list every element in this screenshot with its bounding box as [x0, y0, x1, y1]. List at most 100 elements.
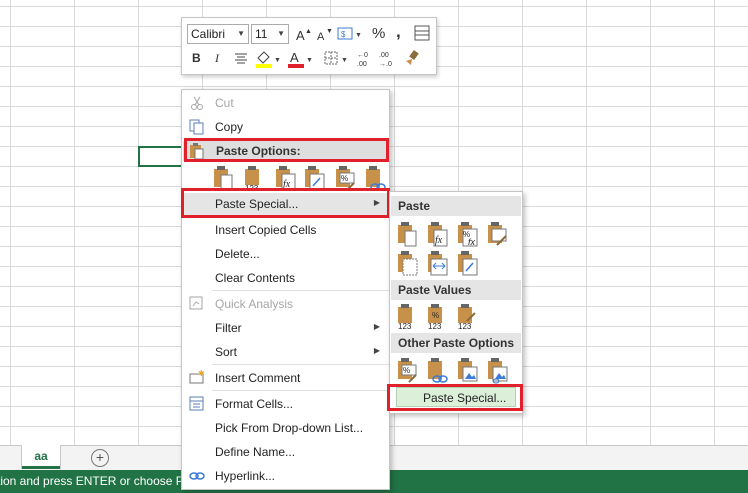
paste-values-source-format-icon[interactable]: 123 [457, 304, 479, 330]
font-name-value: Calibri [191, 27, 226, 41]
italic-button[interactable]: I [215, 51, 219, 66]
hyperlink-icon [189, 472, 205, 480]
font-color-icon[interactable]: A ▼ [286, 48, 314, 70]
highlight-submenu-paste-special [387, 384, 523, 411]
paste-transpose-icon[interactable] [457, 251, 479, 277]
menu-item-label: Delete... [215, 247, 260, 261]
menu-item-label: Copy [215, 120, 244, 134]
font-size-value: 11 [255, 27, 268, 41]
menu-item-define-name[interactable]: Define Name... [182, 441, 389, 463]
chevron-down-icon: ▼ [277, 29, 285, 38]
comma-style-icon[interactable]: , [396, 22, 401, 42]
menu-item-filter[interactable]: Filter ▶ [182, 317, 389, 339]
svg-text:123: 123 [458, 322, 472, 330]
svg-text:▼: ▼ [355, 32, 362, 39]
paste-linked-picture-icon[interactable] [487, 358, 509, 384]
sheet-tab-aa[interactable]: aa [22, 445, 60, 469]
menu-item-sort[interactable]: Sort ▶ [182, 341, 389, 363]
menu-item-label: Define Name... [215, 445, 296, 459]
menu-item-insert-copied-cells[interactable]: Insert Copied Cells [182, 219, 389, 241]
svg-text:%: % [403, 366, 410, 375]
menu-item-copy[interactable]: Copy [182, 116, 389, 138]
svg-text:fx: fx [435, 235, 443, 246]
decrease-font-icon[interactable]: A ▼ [316, 26, 332, 42]
svg-text:←0: ←0 [357, 52, 368, 59]
fill-color-icon[interactable]: ▼ [254, 48, 282, 70]
paste-values-number-format-icon[interactable]: % 123 [427, 304, 449, 330]
svg-text:$: $ [341, 30, 346, 39]
svg-text:A: A [296, 28, 305, 42]
quick-analysis-icon [189, 296, 203, 310]
paste-no-borders-icon[interactable] [397, 251, 419, 277]
menu-item-label: Quick Analysis [215, 297, 294, 311]
submenu-paste-header: Paste [391, 196, 521, 216]
paste-values-icon[interactable]: 123 [397, 304, 419, 330]
paste-picture-icon[interactable] [457, 358, 479, 384]
paste-formatting-icon[interactable]: % [397, 358, 419, 384]
menu-item-cut[interactable]: Cut [182, 92, 389, 114]
highlight-paste-options [184, 138, 389, 162]
svg-text:▼: ▼ [341, 57, 348, 64]
submenu-header-label: Other Paste Options [398, 336, 515, 350]
decrease-decimal-icon[interactable]: .00→.0 [378, 49, 396, 69]
svg-text:A: A [317, 31, 325, 42]
svg-text:▲: ▲ [305, 28, 311, 35]
svg-text:%: % [432, 311, 439, 320]
submenu-header-label: Paste [398, 199, 431, 213]
svg-text:A: A [290, 50, 299, 65]
center-align-icon[interactable] [234, 52, 248, 66]
menu-item-insert-comment[interactable]: ✱ Insert Comment [182, 367, 389, 389]
font-name-select[interactable]: Calibri ▼ [187, 24, 249, 44]
mini-toolbar: Calibri ▼ 11 ▼ A ▲ A ▼ $ ▼ % , B I ▼ A ▼ ▼ … [181, 17, 437, 75]
menu-item-label: Pick From Drop-down List... [215, 421, 364, 435]
paste-icon[interactable] [397, 222, 419, 248]
copy-icon [189, 119, 204, 135]
svg-text:123: 123 [428, 322, 442, 330]
format-cells-icon [189, 396, 204, 411]
add-sheet-icon[interactable]: + [91, 449, 109, 467]
svg-text:.00: .00 [357, 61, 367, 68]
font-size-select[interactable]: 11 ▼ [251, 24, 289, 44]
separator [212, 364, 389, 365]
menu-item-label: Format Cells... [215, 397, 294, 411]
submenu-header-label: Paste Values [398, 283, 472, 297]
svg-text:✱: ✱ [198, 370, 205, 378]
menu-item-label: Sort [215, 345, 238, 359]
format-painter-table-icon[interactable] [414, 25, 430, 41]
chevron-right-icon: ▶ [373, 322, 380, 331]
scissors-icon [191, 96, 203, 110]
submenu-paste-values-header: Paste Values [391, 280, 521, 300]
percent-style-icon[interactable]: % [372, 25, 385, 42]
bold-button[interactable]: B [192, 51, 201, 65]
number-format-icon[interactable]: $ ▼ [337, 25, 363, 43]
paste-link-icon[interactable] [427, 358, 449, 384]
selected-cell[interactable] [138, 146, 185, 167]
borders-icon[interactable]: ▼ [324, 51, 352, 67]
menu-item-delete[interactable]: Delete... [182, 243, 389, 265]
menu-item-label: Clear Contents [215, 271, 296, 285]
menu-item-pick-from-list[interactable]: Pick From Drop-down List... [182, 417, 389, 439]
increase-font-icon[interactable]: A ▲ [295, 26, 311, 42]
svg-text:123: 123 [398, 322, 412, 330]
menu-item-format-cells[interactable]: Format Cells... [182, 393, 389, 415]
separator [212, 390, 389, 391]
svg-text:%: % [341, 174, 348, 183]
paste-keep-widths-icon[interactable] [427, 251, 449, 277]
paste-keep-source-icon[interactable] [487, 222, 509, 248]
paste-special-submenu: Paste fx % fx Paste Values 123 % 123 123 O… [389, 191, 523, 414]
menu-item-hyperlink[interactable]: Hyperlink... [182, 465, 389, 487]
increase-decimal-icon[interactable]: ←0.00 [356, 49, 374, 69]
menu-item-quick-analysis[interactable]: Quick Analysis [182, 293, 389, 315]
paste-formulas-icon[interactable]: fx [427, 222, 449, 248]
menu-item-label: Insert Comment [215, 371, 301, 385]
menu-item-label: Hyperlink... [215, 469, 276, 483]
svg-text:.00: .00 [379, 52, 389, 59]
menu-item-clear-contents[interactable]: Clear Contents [182, 267, 389, 289]
status-text: tion and press ENTER or choose Pas [0, 474, 197, 488]
svg-text:→.0: →.0 [379, 61, 392, 68]
chevron-down-icon: ▼ [237, 29, 245, 38]
svg-text:fx: fx [468, 237, 476, 247]
menu-item-label: Cut [215, 96, 234, 110]
paintbrush-icon[interactable] [402, 49, 420, 69]
paste-formulas-number-format-icon[interactable]: %fx [457, 222, 479, 248]
